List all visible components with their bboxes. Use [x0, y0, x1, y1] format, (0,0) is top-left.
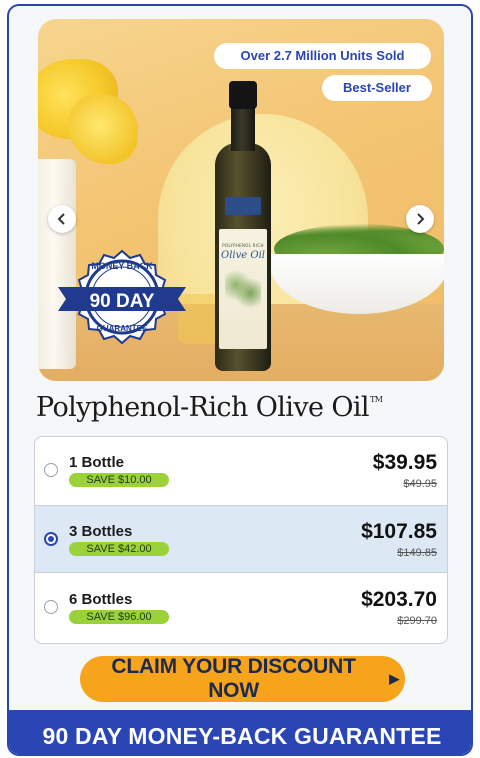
save-badge: SAVE $42.00: [69, 542, 169, 556]
product-card: POLYPHENOL RICH Olive Oil Over 2.7 Milli…: [7, 4, 473, 756]
chevron-left-icon: [57, 213, 65, 225]
bundle-option-6-bottles[interactable]: 6 Bottles SAVE $96.00 $203.70 $299.70: [35, 574, 447, 642]
carousel-prev-button[interactable]: [48, 205, 76, 233]
bottle-label: POLYPHENOL RICH Olive Oil: [219, 229, 267, 349]
badge-top-text: MONEY BACK: [91, 261, 153, 271]
bottle-label-name: Olive Oil: [221, 250, 265, 261]
save-badge: SAVE $96.00: [69, 610, 169, 624]
radio-button[interactable]: [44, 463, 58, 477]
bundle-options: 1 Bottle SAVE $10.00 $39.95 $49.95 3 Bot…: [34, 436, 448, 644]
carousel-next-button[interactable]: [406, 205, 434, 233]
badge-main-text: 90 DAY: [90, 291, 155, 312]
olive-branch-icon: [225, 269, 261, 309]
radio-button-selected[interactable]: [44, 532, 58, 546]
claim-discount-button[interactable]: CLAIM YOUR DISCOUNT NOW ▶: [80, 655, 405, 702]
units-sold-badge: Over 2.7 Million Units Sold: [214, 43, 431, 69]
original-price: $49.95: [403, 478, 437, 490]
trademark-mark: TM: [369, 395, 383, 404]
option-price: $203.70: [361, 588, 437, 611]
option-label: 6 Bottles: [69, 591, 133, 608]
best-seller-badge: Best-Seller: [322, 75, 432, 101]
play-triangle-icon: ▶: [389, 671, 399, 686]
original-price: $149.85: [397, 547, 437, 559]
radio-button[interactable]: [44, 600, 58, 614]
olive-oil-bottle: POLYPHENOL RICH Olive Oil: [213, 81, 273, 371]
product-title: Polyphenol-Rich Olive OilTM: [36, 392, 383, 423]
save-badge: SAVE $10.00: [69, 473, 169, 487]
bottle-label-top: POLYPHENOL RICH: [222, 243, 264, 248]
option-label: 3 Bottles: [69, 523, 133, 540]
product-image-carousel[interactable]: POLYPHENOL RICH Olive Oil Over 2.7 Milli…: [38, 19, 444, 381]
original-price: $299.70: [397, 615, 437, 627]
guarantee-banner-text: 90 DAY MONEY-BACK GUARANTEE: [42, 722, 442, 749]
yellow-flower: [68, 94, 138, 164]
option-price: $107.85: [361, 520, 437, 543]
claim-discount-label: CLAIM YOUR DISCOUNT NOW: [111, 655, 356, 702]
option-label: 1 Bottle: [69, 454, 125, 471]
badge-bottom-text: GUARANTEE: [97, 324, 148, 333]
money-back-guarantee-seal: MONEY BACK 90 DAY GUARANTEE: [58, 249, 186, 345]
option-price: $39.95: [372, 451, 437, 474]
bundle-option-3-bottles[interactable]: 3 Bottles SAVE $42.00 $107.85 $149.85: [35, 505, 447, 573]
bundle-option-1-bottle[interactable]: 1 Bottle SAVE $10.00 $39.95 $49.95: [35, 437, 447, 505]
chevron-right-icon: [417, 213, 425, 225]
guarantee-banner: 90 DAY MONEY-BACK GUARANTEE: [9, 710, 471, 754]
product-title-text: Polyphenol-Rich Olive Oil: [36, 392, 370, 423]
